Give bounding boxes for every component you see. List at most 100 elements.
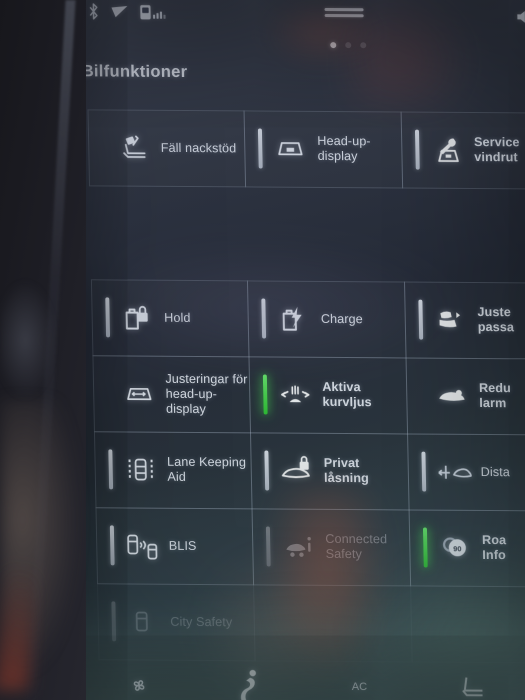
tile-justeringar-head-up-display[interactable]: Justeringar för head-up-display <box>91 354 252 433</box>
indicator-bar-active <box>262 374 268 415</box>
tile-label: Roa Info <box>482 533 507 563</box>
indicator-bar <box>264 450 270 491</box>
active-bending-lights-icon <box>277 378 314 412</box>
label-line-2: vindrut <box>474 150 518 165</box>
label-line-1: Roa <box>481 532 507 548</box>
tile-group-top: Fäll nackstöd Head-up-display Service vi… <box>86 108 525 190</box>
lane-keeping-aid-icon <box>122 452 159 486</box>
connected-safety-icon <box>280 530 317 564</box>
tile-reducera-larm[interactable]: Redu larm <box>405 356 525 436</box>
status-bar <box>33 2 525 38</box>
tile-charge[interactable]: Charge <box>247 279 407 358</box>
wrench-wiper-service-icon <box>429 133 466 167</box>
tile-label: Aktiva kurvljus <box>322 379 372 410</box>
seat-headrest-fold-icon <box>115 131 152 165</box>
page-title: Bilfunktioner <box>81 62 188 82</box>
label-line-1: Lane Keeping <box>166 454 247 470</box>
photographed-infotainment-screen: Bilfunktioner Fäll nackstöd Head-up-disp… <box>0 0 525 700</box>
road-sign-information-icon: 90 <box>437 531 474 565</box>
label-line-1: Redu <box>478 380 512 396</box>
drag-handle[interactable] <box>324 8 364 19</box>
indicator-bar <box>107 449 113 490</box>
indicator-bar <box>110 601 116 642</box>
page-dot-2[interactable] <box>345 42 352 49</box>
tile-label: Charge <box>320 311 363 326</box>
label-line-1: Connected <box>325 531 388 547</box>
tile-head-up-display[interactable]: Head-up-display <box>243 109 403 189</box>
tile-connected-safety[interactable]: Connected Safety <box>251 507 411 586</box>
battery-lock-icon <box>119 300 156 334</box>
label-line-1: Juste <box>477 304 512 320</box>
page-indicator-dots[interactable] <box>330 42 367 49</box>
reflection-blob-dark <box>0 280 56 400</box>
label-line-1: Service <box>473 135 520 150</box>
tile-service-vindrutetorkare[interactable]: Service vindrut <box>400 111 525 190</box>
tile-label: Juste passa <box>477 305 514 335</box>
tile-label: Redu larm <box>479 381 512 411</box>
label-line-2: head-up-display <box>165 386 218 416</box>
tile-privat-lasning[interactable]: Privat låsning <box>250 431 410 510</box>
tile-justeringar-passagerarstol[interactable]: Juste passa <box>403 280 525 360</box>
tile-blis[interactable]: BLIS <box>94 506 255 585</box>
indicator-bar <box>258 128 263 169</box>
climate-bar: AC <box>46 648 525 700</box>
tile-hold[interactable]: Hold <box>90 278 250 357</box>
tile-label: Fäll nackstöd <box>160 140 237 155</box>
indicator-bar-active <box>422 527 428 568</box>
indicator-bar <box>268 602 273 642</box>
display-panel: Bilfunktioner Fäll nackstöd Head-up-disp… <box>33 0 525 700</box>
tile-label: City Safety <box>170 614 233 629</box>
tile-road-sign-information[interactable]: 90 Roa Info <box>408 508 525 588</box>
distance-warning-icon <box>435 455 472 489</box>
head-up-display-adjust-icon <box>120 376 157 410</box>
ac-label: AC <box>351 680 368 694</box>
blis-blind-spot-icon <box>123 528 160 562</box>
tile-label: Connected Safety <box>325 532 387 562</box>
indicator-bar <box>420 376 425 416</box>
passenger-seat-icon <box>432 303 469 337</box>
tile-lane-keeping-aid[interactable]: Lane Keeping Aid <box>93 430 253 509</box>
indicator-bar <box>424 604 429 644</box>
location-arrow-icon[interactable] <box>110 4 128 25</box>
bluetooth-icon[interactable] <box>87 2 99 25</box>
indicator-bar <box>261 298 267 339</box>
indicator-bar <box>418 299 424 340</box>
label-line-2: passa <box>477 319 515 335</box>
indicator-bar <box>109 525 115 566</box>
airflow-icon[interactable] <box>240 669 262 700</box>
fan-speed-icon[interactable] <box>128 674 150 696</box>
indicator-bar <box>421 451 427 492</box>
tile-label: Dista <box>480 464 511 479</box>
tile-label: Head-up-display <box>317 133 371 164</box>
label-line-2: Info <box>482 547 506 563</box>
ac-button[interactable]: AC <box>352 681 368 693</box>
indicator-bar <box>104 297 110 338</box>
label-line-1: Justeringar för <box>165 371 248 386</box>
label-line-2: Aid <box>167 469 187 484</box>
city-safety-icon <box>125 604 162 638</box>
tile-label: Privat låsning <box>323 455 370 486</box>
tile-label: Justeringar för head-up-display <box>165 371 250 417</box>
seat-heater-icon[interactable] <box>458 675 487 700</box>
indicator-bar <box>266 526 271 567</box>
tile-distansvarnare[interactable]: Dista <box>406 432 525 512</box>
head-up-display-icon <box>272 132 309 166</box>
label-line-2: Safety <box>325 546 363 562</box>
tile-label: Lane Keeping Aid <box>167 455 247 486</box>
battery-charge-icon <box>276 302 313 336</box>
volume-mute-icon[interactable] <box>516 8 525 30</box>
indicator-bar <box>106 373 111 413</box>
private-locking-icon <box>279 454 316 488</box>
svg-text:90: 90 <box>453 544 461 553</box>
reduced-guard-alarm-icon <box>434 379 471 413</box>
tile-fall-nackstod[interactable]: Fäll nackstöd <box>86 108 247 187</box>
page-dot-3[interactable] <box>360 42 367 49</box>
indicator-bar <box>101 127 106 167</box>
indicator-bar <box>414 129 420 170</box>
tile-label: BLIS <box>168 538 197 553</box>
tile-aktiva-kurvljus[interactable]: Aktiva kurvljus <box>248 355 408 434</box>
tile-label: Hold <box>164 310 191 325</box>
sim-card-signal-icon[interactable] <box>139 3 169 25</box>
page-dot-1[interactable] <box>330 42 337 49</box>
tile-label: Service vindrut <box>474 135 520 165</box>
